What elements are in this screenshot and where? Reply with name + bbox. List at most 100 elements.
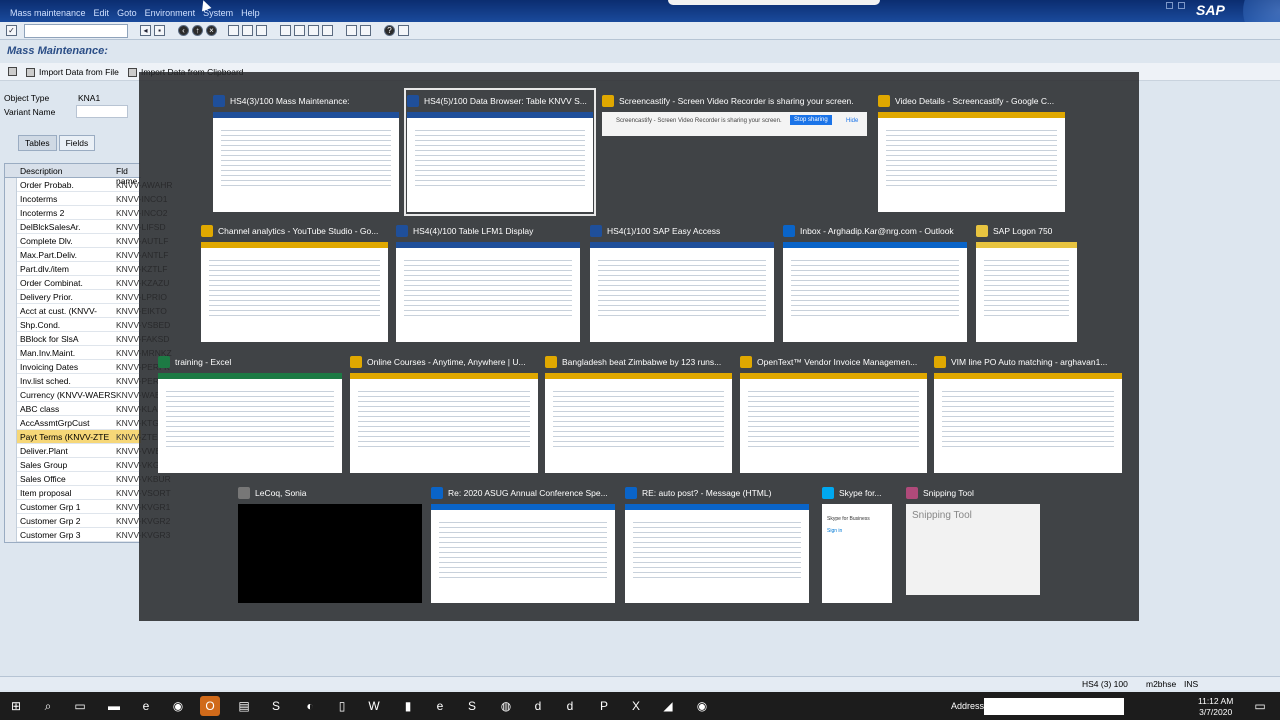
table-row[interactable]: Order Probab.KNVV-AWAHR — [5, 178, 173, 192]
edge-icon[interactable]: e — [136, 696, 156, 716]
task-window-card[interactable]: Re: 2020 ASUG Annual Conference Spe... — [431, 484, 615, 603]
row-selector[interactable] — [5, 248, 17, 262]
table-row[interactable]: Currency (KNVV-WAERSKNVV-WAERS — [5, 388, 172, 402]
screencastify-icon[interactable]: S — [462, 696, 482, 716]
powerpoint-icon[interactable]: P — [594, 696, 614, 716]
row-selector[interactable] — [5, 262, 17, 276]
table-row[interactable]: Acct at cust. (KNVV-KNVV-EIKTO — [5, 304, 167, 318]
table-row[interactable]: Invoicing DatesKNVV-PERFK — [5, 360, 170, 374]
address-input[interactable] — [984, 698, 1124, 715]
task-window-card[interactable]: LeCoq, Sonia — [238, 484, 422, 603]
task-window-card[interactable]: Video Details - Screencastify - Google C… — [878, 92, 1065, 212]
task-window-card[interactable]: Online Courses - Anytime, Anywhere | U..… — [350, 353, 538, 473]
minimize-icon[interactable] — [1166, 2, 1173, 9]
table-row[interactable]: Item proposalKNVV-VSORT — [5, 486, 171, 500]
row-selector[interactable] — [5, 178, 17, 192]
task-window-card[interactable]: Bangladesh beat Zimbabwe by 123 runs... — [545, 353, 732, 473]
last-page-icon[interactable] — [322, 25, 333, 36]
row-selector[interactable] — [5, 234, 17, 248]
menu-system[interactable]: System — [203, 8, 233, 18]
row-selector[interactable] — [5, 388, 17, 402]
save-icon[interactable]: ▪ — [154, 25, 165, 36]
status-mode[interactable]: INS — [1184, 679, 1198, 689]
search-icon[interactable]: ⌕ — [38, 696, 58, 716]
print-icon[interactable] — [228, 25, 239, 36]
table-row[interactable]: Customer Grp 3KNVV-KVGR3 — [5, 528, 170, 542]
menu-mass-maintenance[interactable]: Mass maintenance — [10, 8, 86, 18]
snipping-tool-icon[interactable]: ◢ — [658, 696, 678, 716]
table-row[interactable]: Incoterms 2KNVV-INCO2 — [5, 206, 168, 220]
find-next-icon[interactable] — [256, 25, 267, 36]
table-row[interactable]: Customer Grp 1KNVV-KVGR1 — [5, 500, 170, 514]
table-row[interactable]: Man.Inv.Maint.KNVV-MRNKZ — [5, 346, 172, 360]
row-selector[interactable] — [5, 192, 17, 206]
table-row[interactable]: ABC classKNVV-KLABC — [5, 402, 169, 416]
command-field[interactable] — [24, 24, 128, 38]
task-window-card[interactable]: HS4(5)/100 Data Browser: Table KNVV S... — [404, 88, 596, 216]
task-window-card[interactable]: Snipping Tool Snipping Tool — [906, 484, 1040, 595]
task-window-card[interactable]: HS4(3)/100 Mass Maintenance: — [213, 92, 399, 212]
execute-button[interactable] — [8, 67, 17, 76]
notepad-icon[interactable]: ▯ — [332, 696, 352, 716]
task-window-card[interactable]: SAP Logon 750 — [976, 222, 1077, 342]
row-selector[interactable] — [5, 290, 17, 304]
app-d2-icon[interactable]: d — [560, 696, 580, 716]
row-selector[interactable] — [5, 360, 17, 374]
row-selector[interactable] — [5, 206, 17, 220]
maximize-icon[interactable] — [1178, 2, 1185, 9]
system-clock[interactable]: 11:12 AM 3/7/2020 — [1198, 696, 1233, 718]
table-row[interactable]: Part.dlv./itemKNVV-KZTLF — [5, 262, 167, 276]
task-window-card[interactable]: HS4(4)/100 Table LFM1 Display — [396, 222, 580, 342]
hide-button[interactable]: Hide — [846, 118, 858, 124]
row-selector[interactable] — [5, 444, 17, 458]
notifications-icon[interactable]: ▭ — [1250, 696, 1270, 716]
ie-icon[interactable]: e — [430, 696, 450, 716]
row-selector[interactable] — [5, 458, 17, 472]
row-selector[interactable] — [5, 374, 17, 388]
app-d-icon[interactable]: d — [528, 696, 548, 716]
first-page-icon[interactable] — [280, 25, 291, 36]
skype-icon[interactable]: S — [266, 696, 286, 716]
back-nav-icon[interactable]: ◂ — [140, 25, 151, 36]
task-window-card[interactable]: OpenText™ Vendor Invoice Managemen... — [740, 353, 927, 473]
table-row[interactable]: Customer Grp 2KNVV-KVGR2 — [5, 514, 170, 528]
row-selector[interactable] — [5, 332, 17, 346]
row-selector[interactable] — [5, 304, 17, 318]
task-window-card[interactable]: training - Excel — [158, 353, 342, 473]
table-row[interactable]: Sales GroupKNVV-VKGRP — [5, 458, 171, 472]
exit-icon[interactable]: ↑ — [192, 25, 203, 36]
menu-environment[interactable]: Environment — [145, 8, 196, 18]
row-selector[interactable] — [5, 528, 17, 542]
outlook-icon[interactable]: O — [200, 696, 220, 716]
cancel-icon[interactable]: × — [206, 25, 217, 36]
row-selector[interactable] — [5, 346, 17, 360]
row-selector[interactable] — [5, 514, 17, 528]
table-row[interactable]: Delivery Prior.KNVV-LPRIO — [5, 290, 167, 304]
task-window-card[interactable]: Screencastify - Screen Video Recorder is… — [602, 92, 867, 136]
enter-check-icon[interactable]: ✓ — [6, 25, 17, 36]
chrome-screencast-icon[interactable]: ◉ — [692, 696, 712, 716]
table-row[interactable]: IncotermsKNVV-INCO1 — [5, 192, 168, 206]
excel-icon[interactable]: X — [626, 696, 646, 716]
network-icon[interactable]: ◍ — [496, 696, 516, 716]
sticky-notes-icon[interactable]: ▮ — [398, 696, 418, 716]
task-view-icon[interactable]: ▭ — [70, 696, 90, 716]
app-icon[interactable]: ◐ — [300, 696, 320, 716]
row-selector[interactable] — [5, 276, 17, 290]
chrome-icon[interactable]: ◉ — [168, 696, 188, 716]
new-session-icon[interactable] — [346, 25, 357, 36]
table-row[interactable]: Max.Part.Deliv.KNVV-ANTLF — [5, 248, 168, 262]
task-window-card[interactable]: VIM line PO Auto matching - arghavan1... — [934, 353, 1122, 473]
menu-help[interactable]: Help — [241, 8, 260, 18]
row-selector[interactable] — [5, 416, 17, 430]
variant-name-input[interactable] — [76, 105, 128, 118]
tab-fields[interactable]: Fields — [58, 135, 96, 151]
table-row[interactable]: AccAssmtGrpCustKNVV-KTGRD — [5, 416, 171, 430]
menu-goto[interactable]: Goto — [117, 8, 137, 18]
start-icon[interactable]: ⊞ — [6, 696, 26, 716]
next-page-icon[interactable] — [308, 25, 319, 36]
word-icon[interactable]: W — [364, 696, 384, 716]
task-window-card[interactable]: Inbox - Arghadip.Kar@nrg.com - Outlook — [783, 222, 967, 342]
row-selector[interactable] — [5, 486, 17, 500]
back-icon[interactable]: ‹ — [178, 25, 189, 36]
